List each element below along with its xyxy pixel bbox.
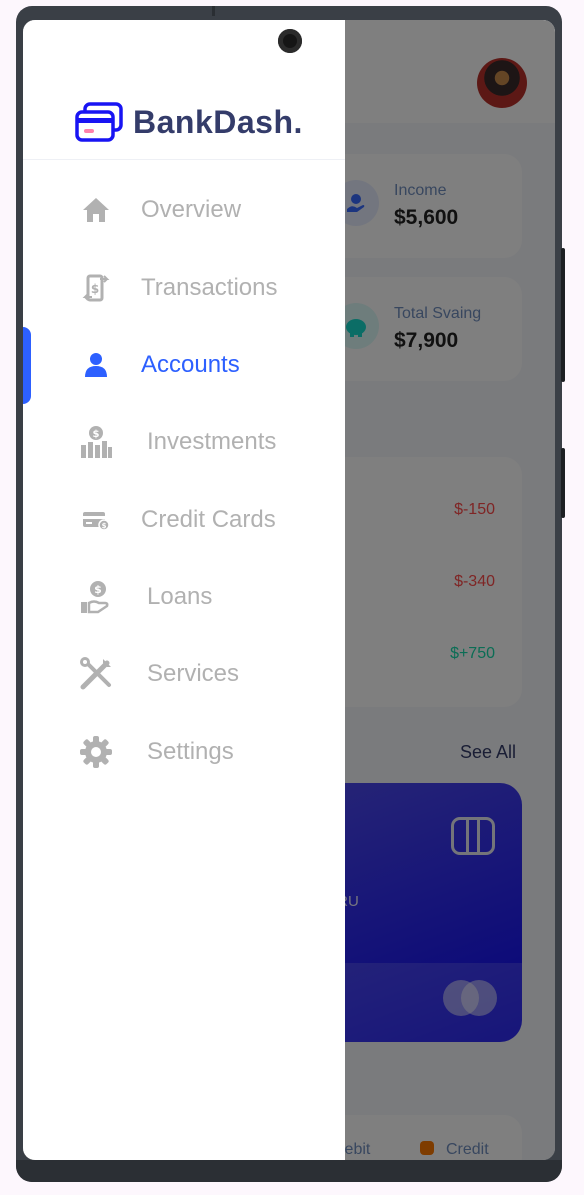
nav-item-accounts[interactable]: Accounts bbox=[23, 335, 345, 395]
nav-label: Overview bbox=[141, 196, 242, 223]
nav-label: Credit Cards bbox=[141, 506, 276, 533]
loan-icon: $ bbox=[79, 580, 113, 614]
nav-label: Settings bbox=[147, 738, 234, 765]
front-camera bbox=[278, 29, 302, 53]
transfer-icon: $ bbox=[79, 271, 113, 305]
phone-bottom-bezel bbox=[16, 1160, 562, 1182]
nav-item-overview[interactable]: Overview bbox=[23, 180, 345, 240]
gear-icon bbox=[79, 735, 113, 769]
nav-label: Accounts bbox=[141, 351, 240, 378]
nav-item-credit-cards[interactable]: $ Credit Cards bbox=[23, 490, 345, 550]
nav-label: Transactions bbox=[141, 274, 278, 301]
svg-text:$: $ bbox=[94, 583, 102, 596]
phone-screen: Income $5,600 Total Svaing $7,900 $-150 … bbox=[23, 20, 555, 1160]
nav-item-transactions[interactable]: $ Transactions bbox=[23, 258, 345, 318]
svg-text:$: $ bbox=[102, 522, 107, 530]
nav-item-services[interactable]: Services bbox=[23, 644, 345, 704]
home-icon bbox=[79, 193, 113, 227]
nav-item-investments[interactable]: $ Investments bbox=[23, 412, 345, 472]
phone-side-button bbox=[561, 448, 565, 518]
nav-item-settings[interactable]: Settings bbox=[23, 722, 345, 782]
brand-logo[interactable]: BankDash. bbox=[75, 102, 303, 142]
svg-text:$: $ bbox=[93, 429, 100, 440]
phone-side-button bbox=[561, 248, 565, 382]
brand-name: BankDash. bbox=[133, 103, 303, 140]
nav-label: Investments bbox=[147, 428, 277, 455]
navigation-drawer: BankDash. Overview $ Transactions Accoun… bbox=[23, 20, 345, 1160]
tools-icon bbox=[79, 657, 113, 691]
investment-icon: $ bbox=[79, 425, 113, 459]
nav-label: Loans bbox=[147, 583, 213, 610]
svg-text:$: $ bbox=[91, 282, 99, 296]
nav-item-loans[interactable]: $ Loans bbox=[23, 567, 345, 627]
drawer-divider bbox=[23, 159, 345, 160]
bank-cards-logo-icon bbox=[75, 102, 123, 142]
phone-top-seam bbox=[212, 6, 215, 16]
nav-label: Services bbox=[147, 660, 240, 687]
credit-card-icon: $ bbox=[79, 503, 113, 537]
user-icon bbox=[79, 348, 113, 382]
